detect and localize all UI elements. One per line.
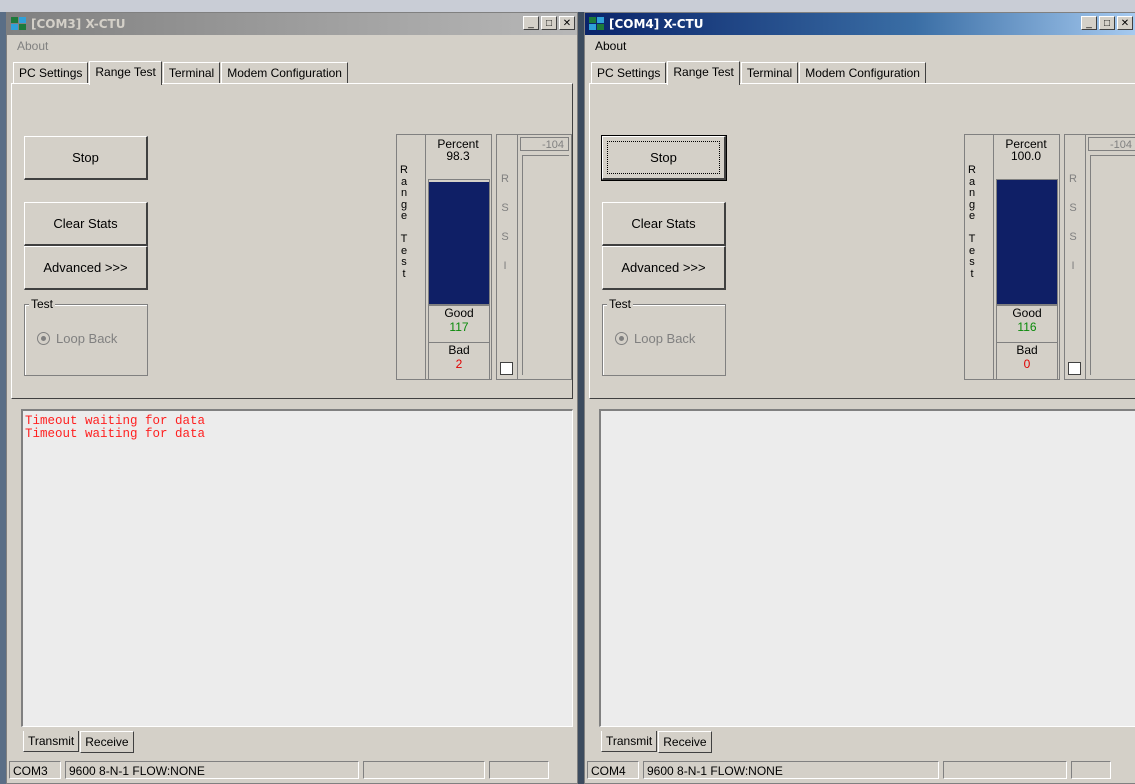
status-bar: COM4 9600 8-N-1 FLOW:NONE <box>587 761 1135 781</box>
status-panel-4 <box>489 761 549 779</box>
xctu-app-icon <box>11 17 27 31</box>
menu-about[interactable]: About <box>593 39 628 53</box>
status-port: COM3 <box>9 761 61 779</box>
menu-bar: About <box>15 37 50 55</box>
tab-terminal[interactable]: Terminal <box>740 62 799 83</box>
rssi-meter: RSSI -104 <box>1064 134 1135 380</box>
stop-button[interactable]: Stop <box>601 135 727 181</box>
range-test-panel: Stop Clear Stats Advanced >>> Test Loop … <box>11 83 573 399</box>
minimize-icon[interactable]: _ <box>523 16 539 30</box>
rssi-bar <box>1090 155 1135 375</box>
main-tabs: PC Settings Range Test Terminal Modem Co… <box>591 61 927 85</box>
tab-modem-configuration[interactable]: Modem Configuration <box>799 62 926 83</box>
xctu-app-icon <box>589 17 605 31</box>
tab-modem-configuration[interactable]: Modem Configuration <box>221 62 348 83</box>
minimize-icon[interactable]: _ <box>1081 16 1097 30</box>
status-bar: COM3 9600 8-N-1 FLOW:NONE <box>9 761 577 781</box>
advanced-button[interactable]: Advanced >>> <box>602 246 726 290</box>
percent-bar-fill <box>429 182 489 304</box>
bottom-tabs: Transmit Receive <box>601 731 713 753</box>
menu-about[interactable]: About <box>15 39 50 53</box>
range-test-panel: Stop Clear Stats Advanced >>> Test Loop … <box>589 83 1135 399</box>
stop-button[interactable]: Stop <box>24 136 148 180</box>
clear-stats-button[interactable]: Clear Stats <box>24 202 148 246</box>
tab-receive[interactable]: Receive <box>658 731 712 753</box>
tab-range-test[interactable]: Range Test <box>89 61 162 85</box>
status-settings: 9600 8-N-1 FLOW:NONE <box>65 761 359 779</box>
loop-back-label: Loop Back <box>634 331 696 346</box>
title-bar[interactable]: [COM3] X-CTU _ □ ✕ <box>7 13 577 35</box>
rssi-vertical-label: RSSI <box>501 173 509 272</box>
loop-back-radio[interactable]: Loop Back <box>615 331 695 346</box>
good-label: Good <box>444 306 474 320</box>
bad-count-box: Bad 0 <box>996 342 1058 380</box>
loop-back-radio[interactable]: Loop Back <box>37 331 117 346</box>
xctu-window-com3: [COM3] X-CTU _ □ ✕ About PC Settings Ran… <box>6 12 578 784</box>
test-groupbox: Test Loop Back <box>24 297 148 376</box>
bad-label: Bad <box>1016 343 1038 357</box>
xctu-window-com4: [COM4] X-CTU _ □ ✕ About PC Settings Ran… <box>584 12 1135 784</box>
close-icon[interactable]: ✕ <box>559 16 575 30</box>
rssi-bar <box>522 155 569 375</box>
bad-count-box: Bad 2 <box>428 342 490 380</box>
rssi-checkbox[interactable] <box>500 362 513 375</box>
maximize-icon[interactable]: □ <box>541 16 557 30</box>
menu-bar: About <box>593 37 628 55</box>
range-test-vertical-label: Range Test <box>400 164 408 280</box>
title-bar[interactable]: [COM4] X-CTU _ □ ✕ <box>585 13 1135 35</box>
tab-pc-settings[interactable]: PC Settings <box>13 62 89 83</box>
rssi-checkbox[interactable] <box>1068 362 1081 375</box>
window-title: [COM3] X-CTU <box>31 17 126 31</box>
desktop-background <box>0 0 1135 12</box>
percent-bar <box>428 179 490 305</box>
test-group-label: Test <box>29 297 56 311</box>
close-icon[interactable]: ✕ <box>1117 16 1133 30</box>
clear-stats-button[interactable]: Clear Stats <box>602 202 726 246</box>
tab-range-test[interactable]: Range Test <box>667 61 740 85</box>
percent-value: 98.3 <box>446 149 470 163</box>
status-panel-3 <box>363 761 485 779</box>
bad-count: 2 <box>455 357 463 371</box>
good-count: 116 <box>1017 320 1037 334</box>
maximize-icon[interactable]: □ <box>1099 16 1115 30</box>
status-panel-4 <box>1071 761 1111 779</box>
test-groupbox: Test Loop Back <box>602 297 726 376</box>
bad-count: 0 <box>1023 357 1031 371</box>
rssi-value: -104 <box>1088 137 1135 151</box>
range-test-meter: Range Test Percent 100.0 Good 116 Bad 0 <box>964 134 1060 380</box>
good-count-box: Good 116 <box>996 305 1058 343</box>
percent-value: 100.0 <box>1010 149 1042 163</box>
tab-receive[interactable]: Receive <box>80 731 134 753</box>
main-tabs: PC Settings Range Test Terminal Modem Co… <box>13 61 349 85</box>
percent-bar-fill <box>997 180 1057 304</box>
status-settings: 9600 8-N-1 FLOW:NONE <box>643 761 939 779</box>
tab-pc-settings[interactable]: PC Settings <box>591 62 667 83</box>
status-port: COM4 <box>587 761 639 779</box>
terminal-output[interactable] <box>599 409 1135 727</box>
bad-label: Bad <box>448 343 470 357</box>
window-title: [COM4] X-CTU <box>609 17 704 31</box>
good-label: Good <box>1012 306 1042 320</box>
test-group-label: Test <box>607 297 634 311</box>
status-panel-3 <box>943 761 1067 779</box>
radio-selected-icon <box>615 332 628 345</box>
tab-terminal[interactable]: Terminal <box>162 62 221 83</box>
advanced-button[interactable]: Advanced >>> <box>24 246 148 290</box>
good-count-box: Good 117 <box>428 305 490 343</box>
percent-bar <box>996 179 1058 305</box>
good-count: 117 <box>449 320 469 334</box>
bottom-tabs: Transmit Receive <box>23 731 135 753</box>
terminal-output[interactable]: Timeout waiting for data Timeout waiting… <box>21 409 573 727</box>
tab-transmit[interactable]: Transmit <box>601 731 658 752</box>
range-test-meter: Range Test Percent 98.3 Good 117 Bad 2 <box>396 134 492 380</box>
tab-transmit[interactable]: Transmit <box>23 731 80 752</box>
rssi-vertical-label: RSSI <box>1069 173 1077 272</box>
range-test-vertical-label: Range Test <box>968 164 976 280</box>
loop-back-label: Loop Back <box>56 331 118 346</box>
rssi-value: -104 <box>520 137 569 151</box>
radio-selected-icon <box>37 332 50 345</box>
rssi-meter: RSSI -104 <box>496 134 572 380</box>
terminal-line: Timeout waiting for data <box>25 427 206 441</box>
